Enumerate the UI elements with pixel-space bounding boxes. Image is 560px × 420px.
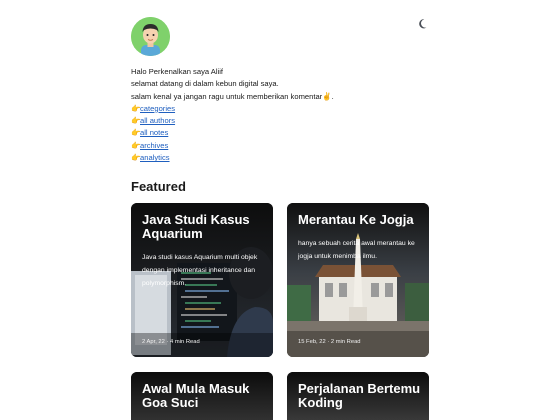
moon-icon: [419, 19, 427, 29]
card-meta: 2 Apr, 22 · 4 min Read: [142, 339, 200, 345]
link-archives-text[interactable]: archives: [140, 141, 168, 150]
featured-card-koding[interactable]: Perjalanan Bertemu Koding: [287, 372, 429, 420]
pointing-hand-icon: 👉: [131, 153, 141, 163]
pointing-hand-icon: 👉: [131, 116, 141, 126]
featured-heading: Featured: [131, 179, 186, 194]
card-description: hanya sebuah cerita awal merantau ke jog…: [298, 240, 415, 260]
featured-card-java[interactable]: Java Studi Kasus Aquarium Java studi kas…: [131, 203, 273, 357]
pointing-hand-icon: 👉: [131, 128, 141, 138]
intro-greeting: Halo Perkenalkan saya Aliif: [131, 67, 224, 76]
link-archives[interactable]: 👉archives: [131, 140, 431, 152]
link-all-authors[interactable]: 👉all authors: [131, 115, 431, 127]
intro-welcome: selamat datang di dalam kebun digital sa…: [131, 79, 279, 89]
intro-section: Halo Perkenalkan saya Aliif selamat data…: [131, 66, 431, 164]
card-description: Java studi kasus Aquarium multi objek de…: [142, 254, 258, 287]
link-all-notes-text[interactable]: all notes: [140, 128, 168, 137]
avatar-illustration: [131, 17, 170, 56]
card-title[interactable]: Merantau Ke Jogja: [298, 213, 422, 227]
pointing-hand-icon: 👉: [131, 140, 141, 150]
featured-card-goa-suci[interactable]: Awal Mula Masuk Goa Suci: [131, 372, 273, 420]
link-categories[interactable]: 👉categories: [131, 103, 431, 115]
theme-toggle-button[interactable]: [418, 17, 430, 29]
card-meta: 15 Feb, 22 · 2 min Read: [298, 339, 361, 345]
link-all-authors-text[interactable]: all authors: [140, 116, 175, 125]
intro-comment: salam kenal ya jangan ragu untuk memberi…: [131, 91, 334, 101]
card-title[interactable]: Java Studi Kasus Aquarium: [142, 213, 266, 241]
link-analytics-text[interactable]: analytics: [140, 153, 170, 162]
link-categories-text[interactable]: categories: [140, 104, 175, 113]
link-analytics[interactable]: 👉analytics: [131, 152, 431, 164]
avatar: [131, 17, 170, 56]
card-title[interactable]: Perjalanan Bertemu Koding: [298, 382, 422, 410]
featured-card-jogja[interactable]: Merantau Ke Jogja hanya sebuah cerita aw…: [287, 203, 429, 357]
pointing-hand-icon: 👉: [131, 103, 141, 113]
card-title[interactable]: Awal Mula Masuk Goa Suci: [142, 382, 266, 410]
link-all-notes[interactable]: 👉all notes: [131, 127, 431, 139]
